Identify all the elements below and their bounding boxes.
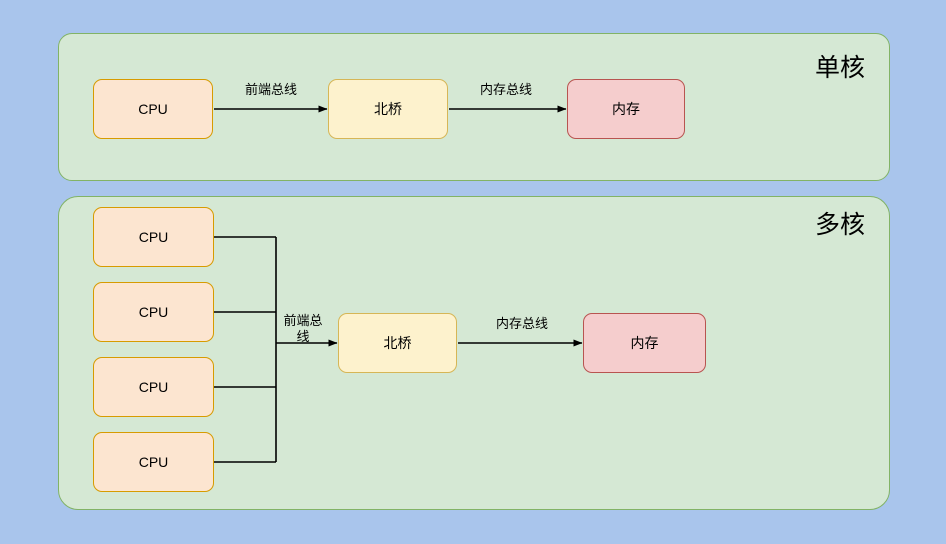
node-multi-cpu-2[interactable]: CPU [93,282,214,342]
edge-label-single-front-side-bus: 前端总线 [244,82,297,97]
node-single-cpu[interactable]: CPU [93,79,213,139]
node-multi-cpu-1[interactable]: CPU [93,207,214,267]
diagram-canvas: 单核 CPU 北桥 内存 前端总线 内存总线 多核 CPU CPU CPU CP… [0,0,946,544]
node-multi-cpu-4[interactable]: CPU [93,432,214,492]
edge-label-multi-front-side-bus: 前端总 线 [283,313,323,344]
node-multi-memory[interactable]: 内存 [583,313,706,373]
edge-label-multi-memory-bus: 内存总线 [495,316,548,331]
node-single-north-bridge[interactable]: 北桥 [328,79,448,139]
node-multi-cpu-3[interactable]: CPU [93,357,214,417]
edge-label-single-memory-bus: 内存总线 [479,82,532,97]
node-single-memory[interactable]: 内存 [567,79,685,139]
panel-multi-core-title: 多核 [814,211,865,239]
node-multi-north-bridge[interactable]: 北桥 [338,313,457,373]
panel-single-core-title: 单核 [814,54,865,82]
